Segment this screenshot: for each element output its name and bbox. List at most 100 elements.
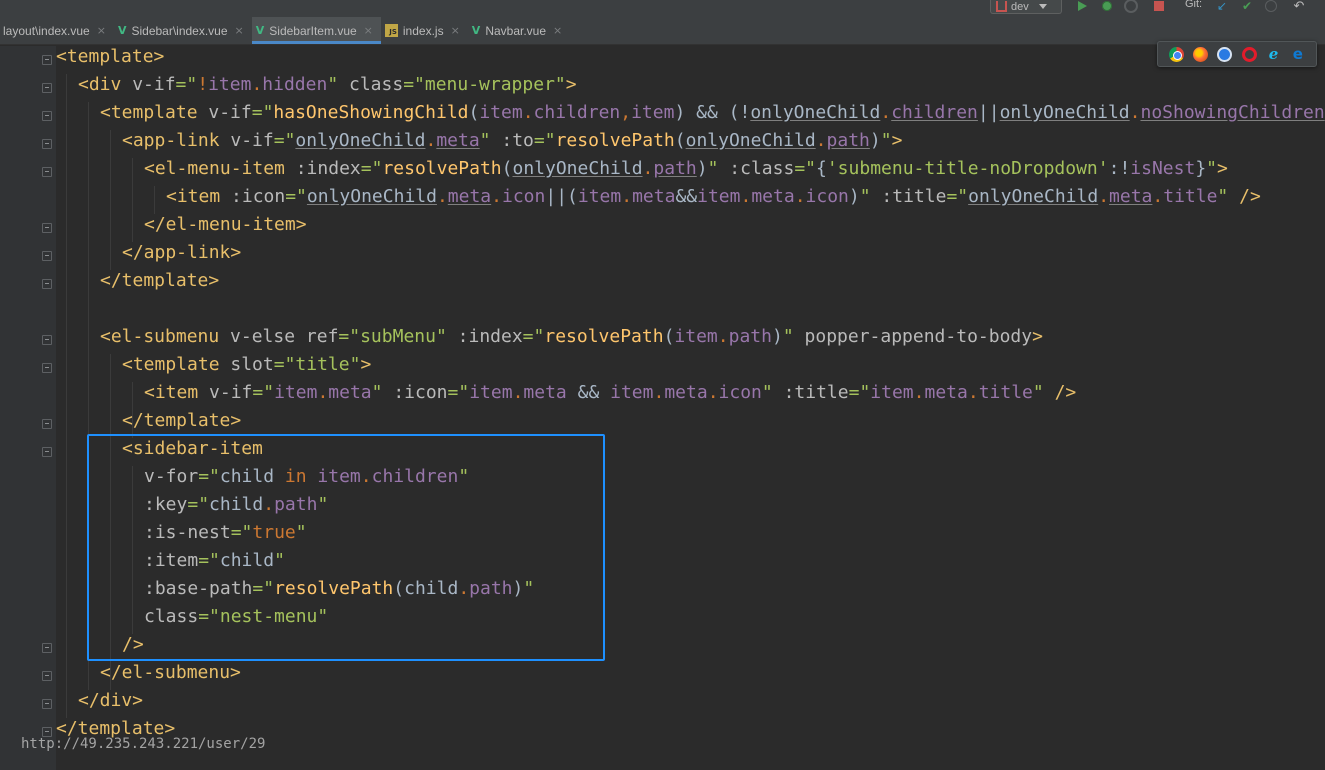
code-line[interactable]: :key="child.path" <box>144 494 328 522</box>
code-token: > <box>891 130 903 151</box>
code-token: . <box>794 186 806 207</box>
code-token: child <box>219 466 285 487</box>
code-token: && <box>675 186 698 207</box>
code-line[interactable]: <template v-if="hasOneShowingChild(item.… <box>100 102 1325 130</box>
code-line[interactable]: <template slot="title"> <box>122 354 371 382</box>
code-token: onlyOneChild <box>295 130 426 151</box>
code-token: </template> <box>122 410 242 431</box>
fold-icon[interactable] <box>42 251 52 261</box>
code-token: v-if <box>132 74 176 95</box>
code-line[interactable]: <sidebar-item <box>122 438 263 466</box>
code-line[interactable]: /> <box>122 634 144 662</box>
fold-icon[interactable] <box>42 139 52 149</box>
close-icon[interactable]: × <box>97 24 106 37</box>
code-token: :icon <box>393 382 448 403</box>
fold-icon[interactable] <box>42 335 52 345</box>
code-token: meta <box>751 186 795 207</box>
git-history-icon[interactable] <box>1264 0 1278 12</box>
close-icon[interactable]: × <box>235 24 244 37</box>
code-line[interactable]: <el-menu-item :index="resolvePath(onlyOn… <box>144 158 1228 186</box>
run-icon[interactable] <box>1076 0 1088 12</box>
edge-icon[interactable]: e <box>1290 46 1305 62</box>
fold-icon[interactable] <box>42 671 52 681</box>
stop-icon[interactable] <box>1152 0 1166 12</box>
safari-icon[interactable] <box>1217 46 1233 62</box>
close-icon[interactable]: × <box>364 24 373 37</box>
fold-icon[interactable] <box>42 447 52 457</box>
code-token: ) <box>869 130 881 151</box>
code-token: meta <box>447 186 492 207</box>
code-line[interactable]: :item="child" <box>144 550 285 578</box>
code-token: " <box>327 74 349 95</box>
ie-icon[interactable]: e <box>1266 46 1281 62</box>
editor-tab[interactable]: JS index.js × <box>381 17 468 44</box>
branch-label: dev <box>1011 0 1029 13</box>
code-token: =" <box>252 578 275 599</box>
code-line[interactable]: </template> <box>122 410 241 438</box>
fold-icon[interactable] <box>42 279 52 289</box>
editor-tab[interactable]: layout\index.vue × <box>0 17 114 44</box>
code-line[interactable]: </app-link> <box>122 242 241 270</box>
git-update-icon[interactable]: ↙ <box>1215 0 1229 13</box>
code-token: path <box>653 158 697 179</box>
chrome-icon[interactable] <box>1168 46 1184 62</box>
code-line[interactable]: </div> <box>78 690 143 718</box>
fold-icon[interactable] <box>42 111 52 121</box>
indent-guide <box>132 158 133 242</box>
firefox-icon[interactable] <box>1192 46 1208 62</box>
fold-icon[interactable] <box>42 699 52 709</box>
code-token: ! <box>197 74 209 95</box>
code-token: :to <box>501 130 534 151</box>
indent-guide <box>110 354 111 690</box>
code-token: =" <box>252 382 275 403</box>
code-token: v-for <box>144 466 199 487</box>
browser-preview-bar: ee <box>1157 41 1317 67</box>
code-line[interactable]: class="nest-menu" <box>144 606 328 634</box>
fold-icon[interactable] <box>42 643 52 653</box>
vue-icon: V <box>471 24 481 37</box>
code-line[interactable]: :is-nest="true" <box>144 522 307 550</box>
code-line[interactable]: </template> <box>100 270 219 298</box>
editor-tab[interactable]: V Sidebar\index.vue × <box>114 17 252 44</box>
code-line[interactable]: </el-menu-item> <box>144 214 307 242</box>
code-editor[interactable]: <template> <div v-if="!item.hidden" class… <box>0 46 1325 770</box>
code-line[interactable]: <item v-if="item.meta" :icon="item.meta … <box>144 382 1076 410</box>
code-token: . <box>1152 186 1164 207</box>
code-token: . <box>317 382 329 403</box>
debug-icon[interactable] <box>1100 0 1114 12</box>
code-token: slot <box>230 354 274 375</box>
code-token: resolvePath <box>274 578 394 599</box>
code-line[interactable]: v-for="child in item.children" <box>144 466 469 494</box>
editor-tab[interactable]: V Navbar.vue × <box>468 17 570 44</box>
code-line[interactable]: </el-submenu> <box>100 662 241 690</box>
code-token: icon <box>805 186 849 207</box>
code-line[interactable]: <template> <box>56 46 164 74</box>
code-token: =" <box>273 130 296 151</box>
fold-icon[interactable] <box>42 223 52 233</box>
code-line[interactable]: <item :icon="onlyOneChild.meta.icon||(it… <box>166 186 1261 214</box>
branch-selector[interactable]: dev <box>990 0 1062 14</box>
git-revert-icon[interactable]: ↶ <box>1292 0 1306 14</box>
code-token: /> <box>1054 382 1077 403</box>
code-token: </app-link> <box>122 242 242 263</box>
fold-icon[interactable] <box>42 363 52 373</box>
editor-tab[interactable]: V SidebarItem.vue × <box>251 17 381 44</box>
code-token: v-if <box>230 130 274 151</box>
close-icon[interactable]: × <box>553 24 562 37</box>
opera-icon[interactable] <box>1241 46 1257 62</box>
code-line[interactable]: <div v-if="!item.hidden" class="menu-wra… <box>78 74 577 102</box>
code-token: :item <box>144 550 199 571</box>
fold-icon[interactable] <box>42 55 52 65</box>
code-line[interactable]: <app-link v-if="onlyOneChild.meta" :to="… <box>122 130 902 158</box>
fold-icon[interactable] <box>42 167 52 177</box>
coverage-icon[interactable] <box>1124 0 1138 12</box>
fold-icon[interactable] <box>42 419 52 429</box>
git-commit-icon[interactable]: ✔ <box>1240 0 1254 13</box>
code-line[interactable]: <el-submenu v-else ref="subMenu" :index=… <box>100 326 1043 354</box>
code-token: </template> <box>100 270 220 291</box>
fold-icon[interactable] <box>42 83 52 93</box>
close-icon[interactable]: × <box>451 24 460 37</box>
code-token: v-else ref <box>230 326 339 347</box>
code-line[interactable]: :base-path="resolvePath(child.path)" <box>144 578 534 606</box>
tab-label: Navbar.vue <box>485 23 547 38</box>
